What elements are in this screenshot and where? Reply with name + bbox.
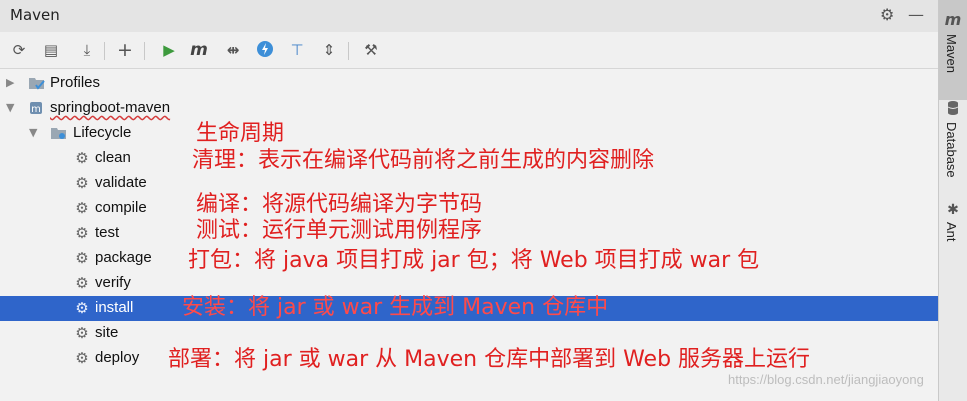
tree-node-label: install: [95, 299, 134, 316]
lightning-icon[interactable]: [254, 40, 276, 60]
side-tab-label: Maven: [944, 34, 959, 74]
gear-icon: ⚙: [75, 149, 89, 167]
plus-icon[interactable]: +: [114, 40, 136, 60]
ant-icon: ✱: [947, 202, 959, 218]
tree-node-profiles[interactable]: ▶ Profiles: [0, 71, 938, 96]
toggle-offline-icon[interactable]: ⇹: [222, 40, 244, 60]
annotation-package: 打包：将 java 项目打成 jar 包；将 Web 项目打成 war 包: [188, 248, 760, 273]
profiles-folder-icon: [28, 75, 45, 91]
side-tab-label: Database: [944, 122, 959, 178]
dependencies-icon[interactable]: ⊤: [286, 40, 308, 60]
tree-node-label: clean: [95, 149, 131, 166]
lightning-icon-graphic: [257, 41, 273, 57]
annotation-lifecycle: 生命周期: [196, 121, 285, 146]
tree-node-label: package: [95, 249, 152, 266]
folder-graphic: [51, 128, 66, 139]
side-tab-ant[interactable]: ✱ Ant: [939, 198, 967, 258]
tree-goal-site[interactable]: ⚙ site: [0, 321, 938, 346]
side-tab-maven[interactable]: m Maven: [939, 0, 967, 100]
maven-toolbar: ⟳ ▤ ⤓ + ▶ m ⇹ ⊤ ⇕ ⚒: [0, 32, 938, 69]
tree-node-label: deploy: [95, 349, 140, 366]
tree-node-label: Profiles: [50, 74, 101, 91]
gear-icon: ⚙: [75, 274, 89, 292]
chevron-down-icon[interactable]: ▼: [6, 101, 14, 114]
gear-icon: ⚙: [75, 299, 89, 317]
tree-node-label: validate: [95, 174, 147, 191]
collapse-icon[interactable]: ⇕: [318, 40, 340, 60]
tree-node-label: Lifecycle: [73, 124, 132, 141]
side-tab-database[interactable]: Database: [939, 100, 967, 195]
gear-icon: ⚙: [75, 324, 89, 342]
gear-icon: ⚙: [75, 199, 89, 217]
maven-tool-window: Maven ⚙ — ⟳ ▤ ⤓ + ▶ m ⇹ ⊤ ⇕ ⚒ ▶ Profiles…: [0, 0, 939, 401]
gear-icon: ⚙: [75, 174, 89, 192]
folder-refresh-icon[interactable]: ▤: [40, 40, 62, 60]
toolbar-separator: [144, 42, 145, 60]
title-bar: Maven ⚙ —: [0, 0, 938, 32]
folder-graphic: [29, 78, 45, 90]
refresh-icon[interactable]: ⟳: [8, 40, 30, 60]
toolbar-separator: [104, 42, 105, 60]
run-icon[interactable]: ▶: [158, 40, 180, 60]
tree-node-label: verify: [95, 274, 131, 291]
minimize-icon[interactable]: —: [908, 6, 924, 24]
tree-node-project[interactable]: ▼ m springboot-maven: [0, 96, 938, 121]
project-graphic: m: [30, 102, 42, 115]
tree-node-label: springboot-maven: [50, 99, 171, 116]
database-graphic: [947, 101, 959, 115]
annotation-compile: 编译：将源代码编译为字节码: [196, 192, 483, 217]
window-title: Maven: [10, 6, 60, 24]
tree-node-label: compile: [95, 199, 147, 216]
database-icon: [939, 100, 967, 120]
wrench-icon[interactable]: ⚒: [360, 40, 382, 60]
chevron-down-icon[interactable]: ▼: [29, 126, 37, 139]
toolbar-separator: [348, 42, 349, 60]
annotation-install: 安装：将 jar 或 war 生成到 Maven 仓库中: [182, 295, 609, 320]
gear-icon: ⚙: [75, 249, 89, 267]
chevron-right-icon[interactable]: ▶: [6, 76, 14, 89]
download-icon[interactable]: ⤓: [76, 40, 98, 60]
svg-text:m: m: [31, 104, 41, 115]
annotation-clean: 清理：表示在编译代码前将之前生成的内容删除: [192, 148, 655, 173]
annotation-test: 测试：运行单元测试用例程序: [196, 218, 483, 243]
tree-node-label: test: [95, 224, 120, 241]
gear-icon[interactable]: ⚙: [880, 6, 894, 24]
side-tab-label: Ant: [944, 222, 959, 242]
maven-m-icon: m: [944, 10, 962, 29]
gear-icon: ⚙: [75, 349, 89, 367]
maven-m-icon[interactable]: m: [188, 40, 210, 60]
right-tool-strip: m Maven Database ✱ Ant: [939, 0, 967, 401]
tree-node-label: site: [95, 324, 119, 341]
tree-node-lifecycle[interactable]: ▼ Lifecycle: [0, 121, 938, 146]
watermark-text: https://blog.csdn.net/jiangjiaoyong: [728, 372, 924, 387]
tree-goal-verify[interactable]: ⚙ verify: [0, 271, 938, 296]
lifecycle-folder-icon: [50, 125, 66, 141]
gear-icon: ⚙: [75, 224, 89, 242]
maven-project-icon: m: [28, 100, 44, 116]
annotation-deploy: 部署：将 jar 或 war 从 Maven 仓库中部署到 Web 服务器上运行: [168, 347, 811, 372]
